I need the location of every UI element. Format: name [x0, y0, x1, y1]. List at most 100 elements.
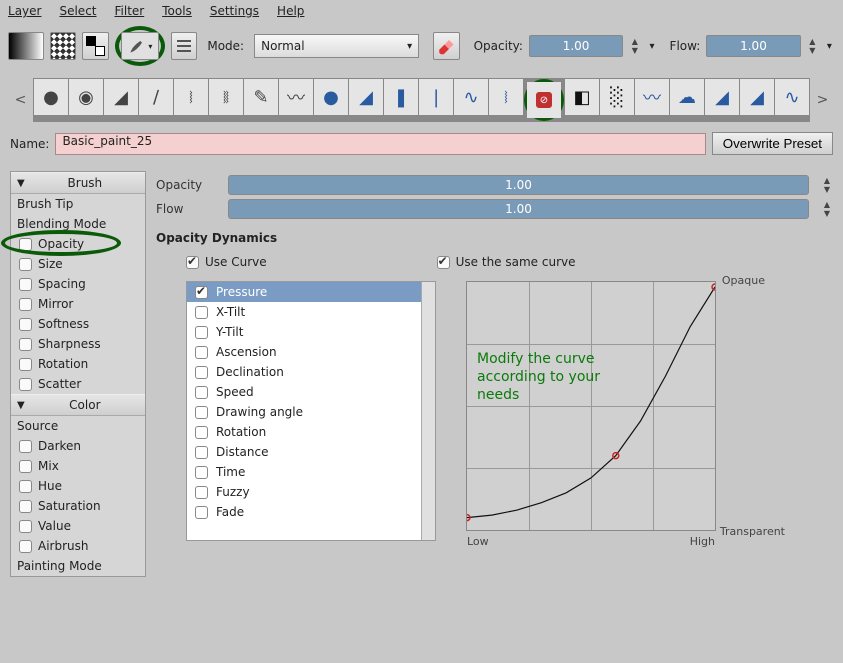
param-drawing-angle[interactable]: Drawing angle	[187, 402, 435, 422]
menu-select[interactable]: Select	[59, 4, 96, 18]
preset-thumb[interactable]: ⧚	[209, 79, 243, 115]
checkbox[interactable]	[19, 540, 32, 553]
use-curve-check[interactable]: Use Curve	[186, 255, 267, 269]
pattern-button[interactable]	[50, 32, 76, 60]
row-airbrush[interactable]: Airbrush	[11, 536, 145, 556]
preset-thumb[interactable]: ◉	[69, 79, 103, 115]
menu-layer[interactable]: Layer	[8, 4, 41, 18]
brush-section-header[interactable]: ▼ Brush	[11, 172, 145, 194]
menu-filter[interactable]: Filter	[115, 4, 145, 18]
preset-thumb[interactable]: ◢	[104, 79, 138, 115]
checkbox[interactable]	[19, 500, 32, 513]
preset-thumb[interactable]: ●	[314, 79, 348, 115]
param-distance[interactable]: Distance	[187, 442, 435, 462]
row-value[interactable]: Value	[11, 516, 145, 536]
checkbox[interactable]	[195, 406, 208, 419]
color-section-header[interactable]: ▼ Color	[11, 394, 145, 416]
row-softness[interactable]: Softness	[11, 314, 145, 334]
preset-thumb[interactable]: 〰	[635, 79, 669, 115]
use-same-curve-check[interactable]: Use the same curve	[437, 255, 576, 269]
checkbox[interactable]	[195, 306, 208, 319]
param-ytilt[interactable]: Y-Tilt	[187, 322, 435, 342]
row-hue[interactable]: Hue	[11, 476, 145, 496]
checkbox[interactable]	[19, 238, 32, 251]
row-rotation[interactable]: Rotation	[11, 354, 145, 374]
menu-help[interactable]: Help	[277, 4, 304, 18]
checkbox[interactable]	[195, 386, 208, 399]
row-mirror[interactable]: Mirror	[11, 294, 145, 314]
param-declination[interactable]: Declination	[187, 362, 435, 382]
preset-next[interactable]: >	[816, 92, 829, 108]
checkbox[interactable]	[195, 466, 208, 479]
row-painting-mode[interactable]: Painting Mode	[11, 556, 145, 576]
param-ascension[interactable]: Ascension	[187, 342, 435, 362]
row-opacity[interactable]: Opacity	[11, 234, 145, 254]
param-pressure[interactable]: Pressure	[187, 282, 435, 302]
checkbox[interactable]	[19, 520, 32, 533]
checkbox[interactable]	[19, 440, 32, 453]
checkbox[interactable]	[437, 256, 450, 269]
preset-thumb[interactable]: ◧	[565, 79, 599, 115]
preset-prev[interactable]: <	[14, 92, 27, 108]
gradient-swatch-button[interactable]	[8, 32, 44, 60]
param-xtilt[interactable]: X-Tilt	[187, 302, 435, 322]
flow-dropdown[interactable]: ▾	[824, 41, 835, 52]
param-scrollbar[interactable]	[421, 282, 435, 540]
preset-thumb[interactable]: ⧘	[489, 79, 523, 115]
checkbox[interactable]	[186, 256, 199, 269]
row-saturation[interactable]: Saturation	[11, 496, 145, 516]
checkbox[interactable]	[19, 378, 32, 391]
checkbox[interactable]	[195, 486, 208, 499]
param-fade[interactable]: Fade	[187, 502, 435, 522]
preset-thumb[interactable]: 〰	[279, 79, 313, 115]
preset-thumb[interactable]: ∿	[454, 79, 488, 115]
row-size[interactable]: Size	[11, 254, 145, 274]
checkbox[interactable]	[195, 286, 208, 299]
preset-thumb[interactable]: ░	[600, 79, 634, 115]
menu-tools[interactable]: Tools	[162, 4, 192, 18]
eraser-toggle-button[interactable]	[433, 32, 459, 60]
flow-big-slider[interactable]: 1.00	[228, 199, 809, 219]
preset-thumb[interactable]: ◢	[705, 79, 739, 115]
opacity-slider[interactable]: 1.00	[529, 35, 623, 57]
checkbox[interactable]	[19, 298, 32, 311]
row-blending-mode[interactable]: Blending Mode	[11, 214, 145, 234]
checkbox[interactable]	[195, 326, 208, 339]
preset-name-input[interactable]: Basic_paint_25	[55, 133, 705, 155]
flow-slider[interactable]: 1.00	[706, 35, 800, 57]
preset-thumb[interactable]: ●	[34, 79, 68, 115]
preset-thumb[interactable]: ◢	[349, 79, 383, 115]
row-sharpness[interactable]: Sharpness	[11, 334, 145, 354]
checkbox[interactable]	[19, 318, 32, 331]
flow-big-spin[interactable]: ▲▼	[821, 200, 833, 218]
row-brush-tip[interactable]: Brush Tip	[11, 194, 145, 214]
preset-thumb[interactable]: ❘	[419, 79, 453, 115]
opacity-dropdown[interactable]: ▾	[647, 41, 658, 52]
checkbox[interactable]	[195, 426, 208, 439]
checkbox[interactable]	[195, 446, 208, 459]
checkbox[interactable]	[19, 258, 32, 271]
param-time[interactable]: Time	[187, 462, 435, 482]
preset-thumb[interactable]: ∿	[775, 79, 809, 115]
preset-thumb[interactable]: ∕	[139, 79, 173, 115]
row-source[interactable]: Source	[11, 416, 145, 436]
preset-thumb-selected[interactable]: ⊘	[527, 82, 561, 118]
preset-thumb[interactable]: ✎	[244, 79, 278, 115]
checkbox[interactable]	[19, 480, 32, 493]
row-spacing[interactable]: Spacing	[11, 274, 145, 294]
preset-list-button[interactable]	[171, 32, 197, 60]
row-mix[interactable]: Mix	[11, 456, 145, 476]
opacity-spin[interactable]: ▲▼	[629, 37, 640, 55]
menu-settings[interactable]: Settings	[210, 4, 259, 18]
fg-bg-swap-button[interactable]	[82, 32, 108, 60]
overwrite-preset-button[interactable]: Overwrite Preset	[712, 132, 833, 155]
param-rotation[interactable]: Rotation	[187, 422, 435, 442]
checkbox[interactable]	[19, 278, 32, 291]
preset-thumb[interactable]: ❚	[384, 79, 418, 115]
preset-thumb[interactable]: ⧘	[174, 79, 208, 115]
brush-settings-button[interactable]: ▾	[121, 32, 159, 60]
checkbox[interactable]	[19, 338, 32, 351]
checkbox[interactable]	[195, 346, 208, 359]
param-fuzzy[interactable]: Fuzzy	[187, 482, 435, 502]
checkbox[interactable]	[19, 358, 32, 371]
